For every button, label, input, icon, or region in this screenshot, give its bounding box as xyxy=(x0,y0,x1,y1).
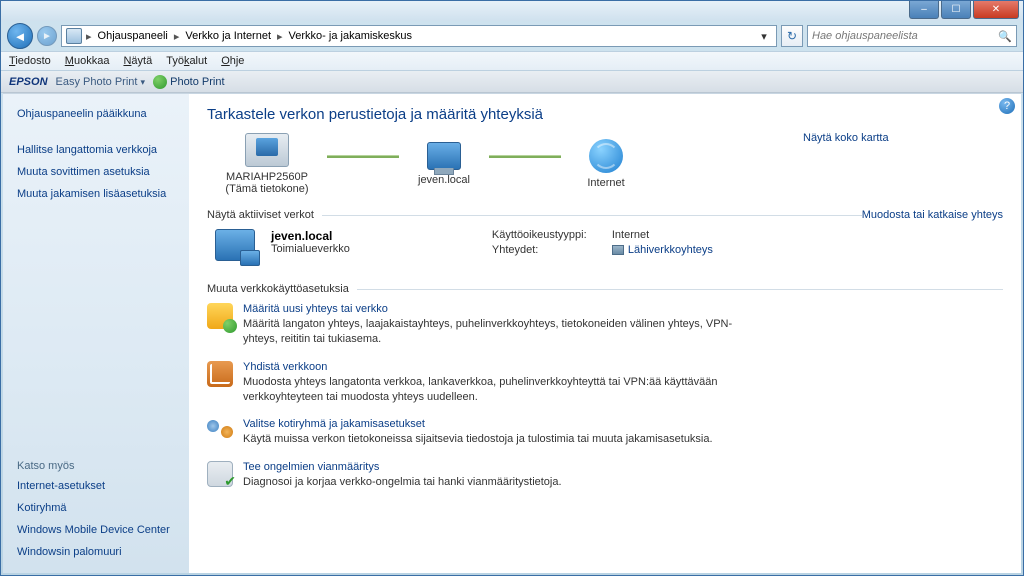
see-also-firewall[interactable]: Windowsin palomuuri xyxy=(17,546,179,558)
chevron-down-icon: ▾ xyxy=(141,77,146,87)
topo-link-icon xyxy=(327,147,399,165)
window-controls: – ☐ ✕ xyxy=(907,1,1019,19)
active-network-type: Toimialueverkko xyxy=(271,243,350,255)
active-network-info: jeven.local Toimialueverkko xyxy=(271,229,350,255)
sidebar-item-manage-wireless[interactable]: Hallitse langattomia verkkoja xyxy=(17,144,179,156)
connect-disconnect-link[interactable]: Muodosta tai katkaise yhteys xyxy=(862,209,1003,221)
divider xyxy=(357,289,1003,290)
breadcrumb-level1[interactable]: Verkko ja Internet xyxy=(183,30,273,42)
task-connect-network-link[interactable]: Yhdistä verkkoon xyxy=(243,361,763,373)
network-icon xyxy=(427,142,461,170)
topo-pc-name: MARIAHP2560P xyxy=(207,171,327,183)
connect-network-icon xyxy=(207,361,233,387)
maximize-button[interactable]: ☐ xyxy=(941,1,971,19)
chevron-right-icon: ▸ xyxy=(174,30,180,43)
task-troubleshoot-link[interactable]: Tee ongelmien vianmääritys xyxy=(243,461,562,473)
easy-photo-print-menu[interactable]: Easy Photo Print ▾ xyxy=(56,76,146,88)
nav-bar: ◄ ► ▸ Ohjauspaneeli ▸ Verkko ja Internet… xyxy=(1,21,1023,51)
active-network-name: jeven.local xyxy=(271,229,350,243)
sidebar-item-advanced-sharing[interactable]: Muuta jakamisen lisäasetuksia xyxy=(17,188,179,200)
address-dropdown-icon[interactable]: ▾ xyxy=(756,30,772,43)
divider xyxy=(322,215,862,216)
menu-bar: Tiedosto Muokkaa Näytä Työkalut Ohje xyxy=(1,51,1023,71)
window-frame: – ☐ ✕ ◄ ► ▸ Ohjauspaneeli ▸ Verkko ja In… xyxy=(0,0,1024,576)
menu-tools[interactable]: Työkalut xyxy=(166,55,207,67)
menu-edit[interactable]: Muokkaa xyxy=(65,55,110,67)
connections-label: Yhteydet: xyxy=(492,244,612,256)
nav-forward-button[interactable]: ► xyxy=(37,26,57,46)
minimize-button[interactable]: – xyxy=(909,1,939,19)
task-troubleshoot: Tee ongelmien vianmääritys Diagnosoi ja … xyxy=(207,461,1003,490)
setup-connection-icon xyxy=(207,303,233,329)
show-full-map-link[interactable]: Näytä koko kartta xyxy=(803,132,889,144)
sidebar-item-adapter-settings[interactable]: Muuta sovittimen asetuksia xyxy=(17,166,179,178)
breadcrumb-root[interactable]: Ohjauspaneeli xyxy=(96,30,170,42)
task-setup-connection-desc: Määritä langaton yhteys, laajakaistayhte… xyxy=(243,317,763,347)
photo-print-icon xyxy=(153,75,167,89)
titlebar[interactable]: – ☐ ✕ xyxy=(1,1,1023,21)
address-bar[interactable]: ▸ Ohjauspaneeli ▸ Verkko ja Internet ▸ V… xyxy=(61,25,777,47)
active-network-row: jeven.local Toimialueverkko Käyttöoikeus… xyxy=(215,229,1003,261)
see-also-homegroup[interactable]: Kotiryhmä xyxy=(17,502,179,514)
menu-file[interactable]: Tiedosto xyxy=(9,55,51,67)
computer-icon xyxy=(245,133,289,167)
sidebar: Ohjauspaneelin pääikkuna Hallitse langat… xyxy=(3,94,189,573)
topo-domain: jeven.local xyxy=(399,142,489,186)
close-button[interactable]: ✕ xyxy=(973,1,1019,19)
access-type-label: Käyttöoikeustyyppi: xyxy=(492,229,612,241)
task-setup-connection: Määritä uusi yhteys tai verkko Määritä l… xyxy=(207,303,1003,347)
menu-view[interactable]: Näytä xyxy=(123,55,152,67)
see-also-wmdc[interactable]: Windows Mobile Device Center xyxy=(17,524,179,536)
topo-pc-sub: (Tämä tietokone) xyxy=(207,183,327,195)
troubleshoot-icon xyxy=(207,461,233,487)
active-network-details: Käyttöoikeustyyppi: Internet Yhteydet: L… xyxy=(492,229,713,259)
topo-this-pc: MARIAHP2560P (Tämä tietokone) xyxy=(207,133,327,195)
task-homegroup-link[interactable]: Valitse kotiryhmä ja jakamisasetukset xyxy=(243,418,713,430)
main-panel: ? Tarkastele verkon perustietoja ja määr… xyxy=(189,94,1021,573)
control-panel-icon xyxy=(66,28,82,44)
see-also-internet-options[interactable]: Internet-asetukset xyxy=(17,480,179,492)
see-also-header: Katso myös xyxy=(17,460,179,472)
access-type-value: Internet xyxy=(612,229,649,241)
breadcrumb-level2[interactable]: Verkko- ja jakamiskeskus xyxy=(287,30,415,42)
homegroup-icon xyxy=(207,418,233,444)
epson-brand: EPSON xyxy=(9,76,48,88)
task-setup-connection-link[interactable]: Määritä uusi yhteys tai verkko xyxy=(243,303,763,315)
task-homegroup-desc: Käytä muissa verkon tietokoneissa sijait… xyxy=(243,432,713,447)
search-placeholder: Hae ohjauspaneelista xyxy=(812,30,918,42)
topo-domain-label: jeven.local xyxy=(399,174,489,186)
photo-print-button[interactable]: Photo Print xyxy=(153,75,224,89)
active-networks-header: Näytä aktiiviset verkot Muodosta tai kat… xyxy=(207,209,1003,221)
page-title: Tarkastele verkon perustietoja ja määrit… xyxy=(207,106,1003,123)
sidebar-item-control-panel-home[interactable]: Ohjauspaneelin pääikkuna xyxy=(17,108,179,120)
task-troubleshoot-desc: Diagnosoi ja korjaa verkko-ongelmia tai … xyxy=(243,475,562,490)
change-settings-header: Muuta verkkokäyttöasetuksia xyxy=(207,283,1003,295)
refresh-button[interactable]: ↻ xyxy=(781,25,803,47)
chevron-right-icon: ▸ xyxy=(86,30,92,43)
search-input[interactable]: Hae ohjauspaneelista 🔍 xyxy=(807,25,1017,47)
lan-icon xyxy=(612,245,624,255)
tasks-list: Määritä uusi yhteys tai verkko Määritä l… xyxy=(207,303,1003,490)
epson-toolbar: EPSON Easy Photo Print ▾ Photo Print xyxy=(1,71,1023,93)
topo-internet-label: Internet xyxy=(561,177,651,189)
topo-link-icon xyxy=(489,147,561,165)
search-icon[interactable]: 🔍 xyxy=(998,30,1012,43)
task-homegroup: Valitse kotiryhmä ja jakamisasetukset Kä… xyxy=(207,418,1003,447)
change-settings-label: Muuta verkkokäyttöasetuksia xyxy=(207,283,349,295)
help-icon[interactable]: ? xyxy=(999,98,1015,114)
chevron-right-icon: ▸ xyxy=(277,30,283,43)
task-connect-network-desc: Muodosta yhteys langatonta verkkoa, lank… xyxy=(243,375,763,405)
content-area: Ohjauspaneelin pääikkuna Hallitse langat… xyxy=(3,93,1021,573)
domain-network-icon xyxy=(215,229,255,261)
connection-link[interactable]: Lähiverkkoyhteys xyxy=(612,244,713,256)
task-connect-network: Yhdistä verkkoon Muodosta yhteys langato… xyxy=(207,361,1003,405)
globe-icon xyxy=(589,139,623,173)
nav-back-button[interactable]: ◄ xyxy=(7,23,33,49)
topo-internet: Internet xyxy=(561,139,651,189)
menu-help[interactable]: Ohje xyxy=(221,55,244,67)
active-networks-label: Näytä aktiiviset verkot xyxy=(207,209,314,221)
